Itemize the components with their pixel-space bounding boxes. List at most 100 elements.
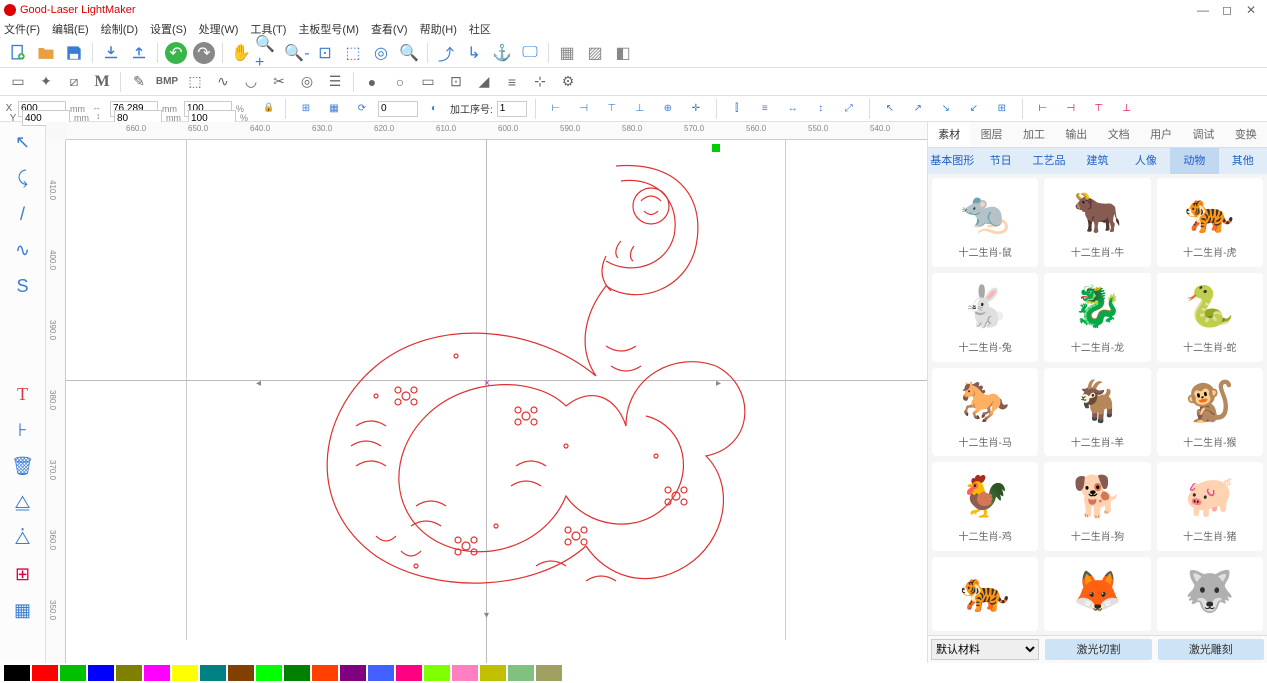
anchor-button[interactable]: ⚓ xyxy=(488,40,516,66)
shear-button[interactable]: ⧄ xyxy=(60,70,88,94)
color-swatch[interactable] xyxy=(424,665,450,681)
cat-other[interactable]: 其他 xyxy=(1219,148,1267,174)
color-swatch[interactable] xyxy=(32,665,58,681)
zoom-in-button[interactable]: 🔍+ xyxy=(255,40,283,66)
corner-tl-button[interactable]: ↖ xyxy=(878,99,902,119)
node-tool[interactable]: ⤹ xyxy=(7,164,39,192)
snap-button[interactable]: ▦ xyxy=(322,99,346,119)
space-h-button[interactable]: ↔ xyxy=(781,99,805,119)
gallery-item[interactable]: 🐀十二生肖-鼠 xyxy=(932,178,1038,267)
color-swatch[interactable] xyxy=(368,665,394,681)
tab-output[interactable]: 输出 xyxy=(1055,122,1097,147)
rot-input[interactable] xyxy=(378,101,418,117)
menu-community[interactable]: 社区 xyxy=(469,21,491,37)
polyline-tool[interactable]: ∿ xyxy=(7,236,39,264)
rotate-button[interactable]: ⟳ xyxy=(350,99,374,119)
align-center-h-button[interactable]: ⊣ xyxy=(572,99,596,119)
curve-button[interactable]: ∿ xyxy=(209,70,237,94)
canvas[interactable]: × ◂ ▸ ▾ xyxy=(66,140,927,663)
zoom-fit-button[interactable]: ⊡ xyxy=(311,40,339,66)
curve-tool[interactable]: S xyxy=(7,272,39,300)
open-file-button[interactable] xyxy=(32,40,60,66)
menu-settings[interactable]: 设置(S) xyxy=(150,21,187,37)
flip-h-button[interactable]: ⊢ xyxy=(1031,99,1055,119)
group2-button[interactable]: ▨ xyxy=(581,40,609,66)
gallery-item[interactable]: 🐇十二生肖-兔 xyxy=(932,273,1038,362)
rot-apply-button[interactable]: ◐ xyxy=(422,99,446,119)
color-swatch[interactable] xyxy=(256,665,282,681)
gear-button[interactable]: ⚙ xyxy=(554,70,582,94)
new-file-button[interactable] xyxy=(4,40,32,66)
gallery-item[interactable]: 🐅 xyxy=(932,557,1038,631)
space-v-button[interactable]: ↕ xyxy=(809,99,833,119)
concentric-button[interactable]: ◎ xyxy=(293,70,321,94)
menu-draw[interactable]: 绘制(D) xyxy=(101,21,138,37)
path-edit-button[interactable]: ⤴ xyxy=(432,40,460,66)
menu-view[interactable]: 查看(V) xyxy=(371,21,408,37)
color-swatch[interactable] xyxy=(60,665,86,681)
align-center-v-button[interactable]: ⊕ xyxy=(656,99,680,119)
group3-button[interactable]: ◧ xyxy=(609,40,637,66)
color-swatch[interactable] xyxy=(312,665,338,681)
rotate-cw-button[interactable]: ⊤ xyxy=(1087,99,1111,119)
color-swatch[interactable] xyxy=(340,665,366,681)
gallery-item[interactable]: 🐎十二生肖-马 xyxy=(932,368,1038,457)
color-swatch[interactable] xyxy=(480,665,506,681)
tab-doc[interactable]: 文档 xyxy=(1098,122,1140,147)
gallery-item[interactable]: 🐐十二生肖-羊 xyxy=(1044,368,1150,457)
color-swatch[interactable] xyxy=(228,665,254,681)
group1-button[interactable]: ▦ xyxy=(553,40,581,66)
redo-button[interactable]: ↷ xyxy=(193,42,215,64)
mask-button[interactable]: M xyxy=(88,70,116,94)
gallery-item[interactable]: 🐖十二生肖-猪 xyxy=(1157,462,1263,551)
color-swatch[interactable] xyxy=(396,665,422,681)
zoom-select-button[interactable]: ⬚ xyxy=(339,40,367,66)
cat-holiday[interactable]: 节日 xyxy=(976,148,1024,174)
rotate-ccw-button[interactable]: ⊥ xyxy=(1115,99,1139,119)
measure-tool[interactable]: ⊦ xyxy=(7,416,39,444)
gallery-item[interactable]: 🐒十二生肖-猴 xyxy=(1157,368,1263,457)
gallery-item[interactable]: 🐍十二生肖-蛇 xyxy=(1157,273,1263,362)
tab-transform[interactable]: 变换 xyxy=(1225,122,1267,147)
cat-animal[interactable]: 动物 xyxy=(1170,148,1218,174)
snake-artwork[interactable] xyxy=(256,146,746,626)
menu-file[interactable]: 文件(F) xyxy=(4,21,40,37)
menu-process[interactable]: 处理(W) xyxy=(199,21,239,37)
frame-button[interactable]: ⊡ xyxy=(442,70,470,94)
seq-input[interactable] xyxy=(497,101,527,117)
color-swatch[interactable] xyxy=(200,665,226,681)
color-swatch[interactable] xyxy=(116,665,142,681)
expand-button[interactable]: ⤢ xyxy=(837,99,861,119)
undo-button[interactable]: ↶ xyxy=(165,42,187,64)
mirror-h-tool[interactable]: ⧋ xyxy=(7,488,39,516)
material-select[interactable]: 默认材料 xyxy=(931,639,1039,660)
color-swatch[interactable] xyxy=(172,665,198,681)
laser-engrave-button[interactable]: 激光雕刻 xyxy=(1158,639,1264,660)
color-swatch[interactable] xyxy=(88,665,114,681)
laser-cut-button[interactable]: 激光切割 xyxy=(1045,639,1151,660)
align-middle-button[interactable]: ✛ xyxy=(684,99,708,119)
eraser-button[interactable]: ◢ xyxy=(470,70,498,94)
align-bottom-button[interactable]: ⊥ xyxy=(628,99,652,119)
cat-basic[interactable]: 基本图形 xyxy=(928,148,976,174)
anchor-grid-button[interactable]: ⊞ xyxy=(294,99,318,119)
minimize-button[interactable]: — xyxy=(1191,3,1215,17)
lock-aspect-icon[interactable]: 🔒 xyxy=(263,102,277,116)
menu-board[interactable]: 主板型号(M) xyxy=(298,21,359,37)
gallery[interactable]: 🐀十二生肖-鼠🐂十二生肖-牛🐅十二生肖-虎🐇十二生肖-兔🐉十二生肖-龙🐍十二生肖… xyxy=(928,174,1267,635)
cat-craft[interactable]: 工艺品 xyxy=(1025,148,1073,174)
tab-layer[interactable]: 图层 xyxy=(970,122,1012,147)
color-swatch[interactable] xyxy=(536,665,562,681)
align-top-button[interactable]: ⊤ xyxy=(600,99,624,119)
cut-node-button[interactable]: ✂ xyxy=(265,70,293,94)
corner-bl-button[interactable]: ↙ xyxy=(962,99,986,119)
align-text-button[interactable]: ≡ xyxy=(498,70,526,94)
rectangle-tool[interactable] xyxy=(7,308,39,336)
array-tool[interactable]: ⊞ xyxy=(7,560,39,588)
cat-portrait[interactable]: 人像 xyxy=(1122,148,1170,174)
pan-button[interactable]: ✋ xyxy=(227,40,255,66)
tab-user[interactable]: 用户 xyxy=(1140,122,1182,147)
maximize-button[interactable]: ◻ xyxy=(1215,3,1239,17)
fill-circle-button[interactable]: ● xyxy=(358,70,386,94)
tab-debug[interactable]: 调试 xyxy=(1182,122,1224,147)
